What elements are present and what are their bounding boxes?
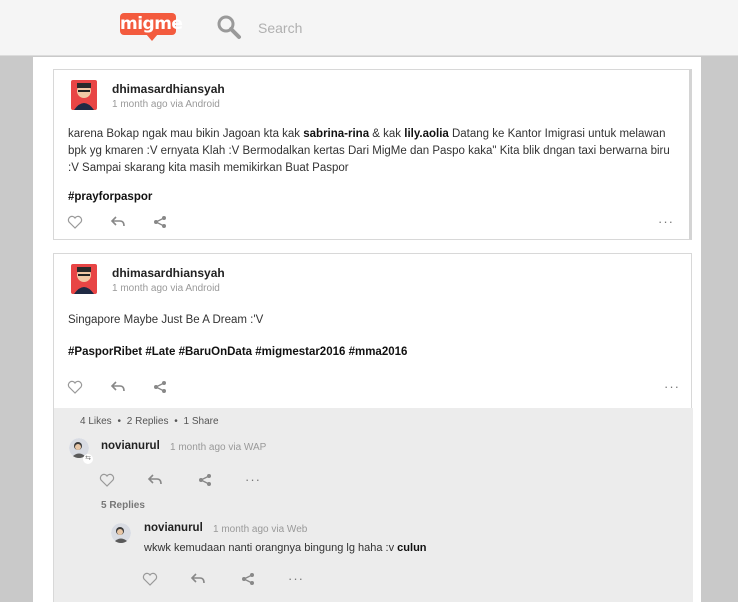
post-author[interactable]: dhimasardhiansyah xyxy=(112,266,225,280)
post-author[interactable]: dhimasardhiansyah xyxy=(112,82,225,96)
reply-icon[interactable] xyxy=(190,572,206,586)
post-card: dhimasardhiansyah 1 month ago via Androi… xyxy=(53,253,693,602)
share-icon[interactable] xyxy=(152,380,168,394)
reply-text: wkwk kemudaan nanti orangnya bingung lg … xyxy=(144,542,427,554)
mention-link[interactable]: sabrina-rina xyxy=(303,128,369,140)
more-options-icon[interactable]: ··· xyxy=(664,380,680,393)
logo-tail xyxy=(146,34,158,41)
like-icon[interactable] xyxy=(142,572,158,586)
share-icon[interactable] xyxy=(197,473,213,487)
post-body: Singapore Maybe Just Be A Dream :'V xyxy=(68,314,264,326)
reply-avatar[interactable] xyxy=(111,523,131,543)
post-hashtags[interactable]: #prayforpaspor xyxy=(68,191,152,203)
reply-meta: 1 month ago via Web xyxy=(213,524,308,535)
post-meta: 1 month ago via Android xyxy=(112,99,220,110)
replies-toggle[interactable]: 5 Replies xyxy=(101,500,145,511)
like-icon[interactable] xyxy=(67,380,83,394)
repost-badge-icon: ⇆ xyxy=(83,454,93,464)
post-text-segment: karena Bokap ngak mau bikin Jagoan kta k… xyxy=(68,128,304,140)
mention-link[interactable]: lily.aolia xyxy=(404,128,449,140)
post-hashtags[interactable]: #PasporRibet #Late #BaruOnData #migmesta… xyxy=(68,346,407,358)
replies-count[interactable]: 2 Replies xyxy=(127,416,169,427)
mention-link[interactable]: culun xyxy=(397,542,426,554)
post-meta: 1 month ago via Android xyxy=(112,283,220,294)
share-icon[interactable] xyxy=(240,572,256,586)
post-body: karena Bokap ngak mau bikin Jagoan kta k… xyxy=(68,126,678,177)
like-icon[interactable] xyxy=(99,473,115,487)
like-icon[interactable] xyxy=(67,215,83,229)
reply-author[interactable]: novianurul xyxy=(144,522,203,534)
reply-text-segment: wkwk kemudaan nanti orangnya bingung lg … xyxy=(144,542,398,554)
reply-icon[interactable] xyxy=(147,473,163,487)
avatar[interactable] xyxy=(71,264,97,294)
comment-author[interactable]: novianurul xyxy=(101,440,160,452)
more-options-icon[interactable]: ··· xyxy=(245,473,261,486)
more-options-icon[interactable]: ··· xyxy=(288,572,304,585)
post-card: dhimasardhiansyah 1 month ago via Androi… xyxy=(53,69,692,240)
search-input[interactable] xyxy=(252,16,552,40)
stats-separator: • xyxy=(174,416,178,427)
reply-icon[interactable] xyxy=(110,380,126,394)
search-icon[interactable] xyxy=(216,14,242,40)
likes-count[interactable]: 4 Likes xyxy=(80,416,112,427)
more-options-icon[interactable]: ··· xyxy=(658,215,674,228)
stats-separator: • xyxy=(117,416,121,427)
migme-logo[interactable]: migme xyxy=(120,13,183,41)
comments-section: 4 Likes • 2 Replies • 1 Share ⇆ novianur… xyxy=(54,408,693,602)
share-icon[interactable] xyxy=(152,215,168,229)
post-text-segment: & kak xyxy=(369,128,405,140)
comment-meta: 1 month ago via WAP xyxy=(170,442,267,453)
feed: dhimasardhiansyah 1 month ago via Androi… xyxy=(33,57,701,602)
post-stats: 4 Likes • 2 Replies • 1 Share xyxy=(80,416,222,427)
top-bar: migme xyxy=(0,0,738,56)
shares-count[interactable]: 1 Share xyxy=(184,416,219,427)
logo-text: migme xyxy=(120,13,183,35)
avatar[interactable] xyxy=(71,80,97,110)
reply-icon[interactable] xyxy=(110,215,126,229)
